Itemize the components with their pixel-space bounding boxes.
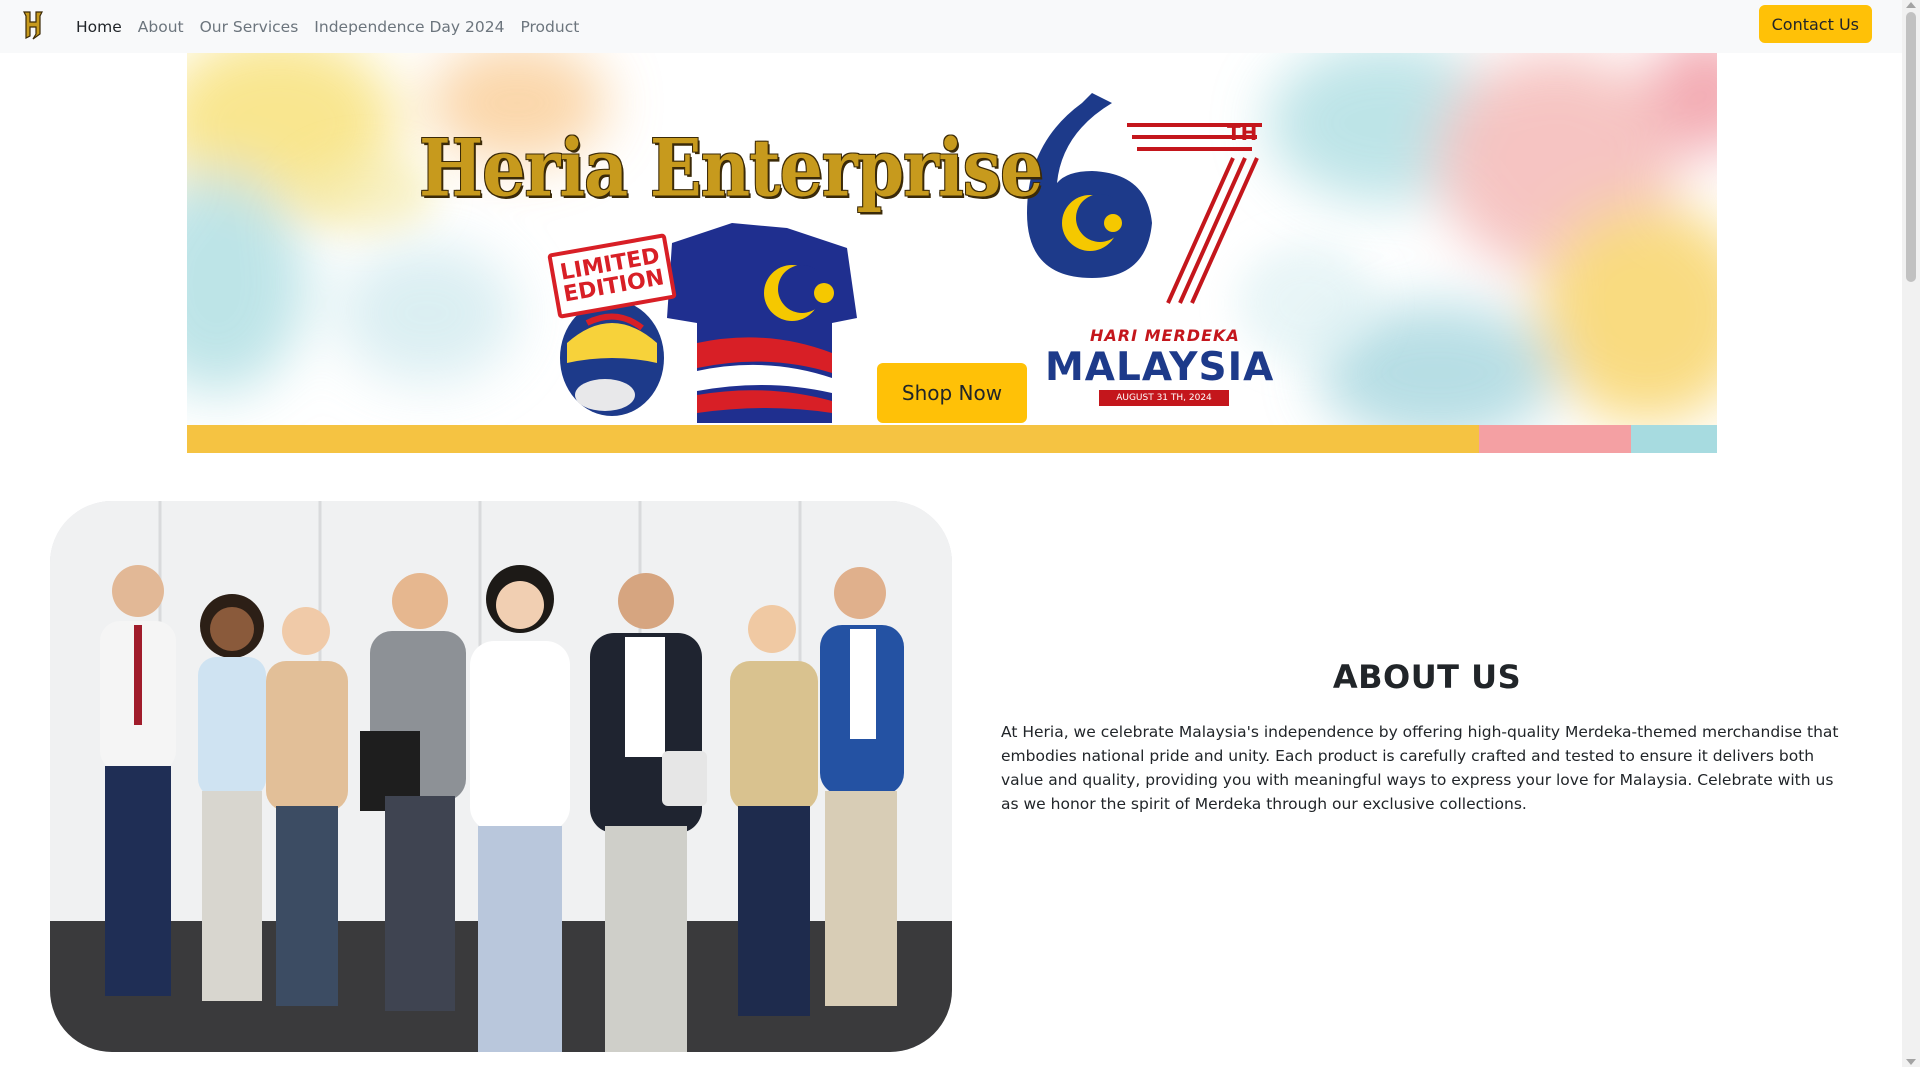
top-navbar: Home About Our Services Independence Day… bbox=[0, 0, 1902, 53]
scrollbar-thumb[interactable] bbox=[1906, 12, 1916, 282]
date-ribbon: AUGUST 31 TH, 2024 bbox=[1099, 390, 1229, 406]
anniversary-suffix: TH bbox=[1227, 121, 1258, 145]
about-paragraph: At Heria, we celebrate Malaysia's indepe… bbox=[1001, 723, 1839, 813]
team-photo bbox=[50, 501, 952, 1052]
banner-stripe-pink bbox=[1479, 425, 1631, 453]
jersey-graphic bbox=[667, 223, 857, 423]
nav-link-about[interactable]: About bbox=[138, 18, 184, 36]
contact-us-button[interactable]: Contact Us bbox=[1758, 5, 1872, 43]
brand-logo-icon[interactable] bbox=[22, 10, 44, 40]
nav-links: Home About Our Services Independence Day… bbox=[76, 0, 595, 53]
page-scrollbar[interactable] bbox=[1902, 0, 1920, 1067]
limited-edition-text: LIMITED EDITION bbox=[558, 243, 667, 308]
about-heading: ABOUT US bbox=[1332, 658, 1522, 696]
hero-banner: Heria Enterprise LIMITED EDITION TH HARI… bbox=[187, 53, 1717, 453]
nav-link-our-services[interactable]: Our Services bbox=[200, 18, 299, 36]
scroll-up-arrow-icon[interactable] bbox=[1906, 2, 1916, 8]
nav-link-independence-day-2024[interactable]: Independence Day 2024 bbox=[314, 18, 504, 36]
malaysia-text: MALAYSIA bbox=[1045, 345, 1275, 390]
banner-stripe-blue bbox=[1631, 425, 1717, 453]
shop-now-button[interactable]: Shop Now bbox=[877, 363, 1027, 423]
hari-merdeka-text: HARI MERDEKA bbox=[1090, 326, 1240, 345]
team-people-illustration bbox=[50, 501, 952, 1052]
nav-link-product[interactable]: Product bbox=[520, 18, 579, 36]
nav-link-home[interactable]: Home bbox=[76, 18, 122, 36]
helmet-graphic bbox=[560, 300, 664, 416]
scroll-down-arrow-icon[interactable] bbox=[1906, 1059, 1916, 1065]
banner-brand-title: Heria Enterprise bbox=[419, 123, 1043, 215]
banner-stripe-yellow bbox=[187, 425, 1479, 453]
